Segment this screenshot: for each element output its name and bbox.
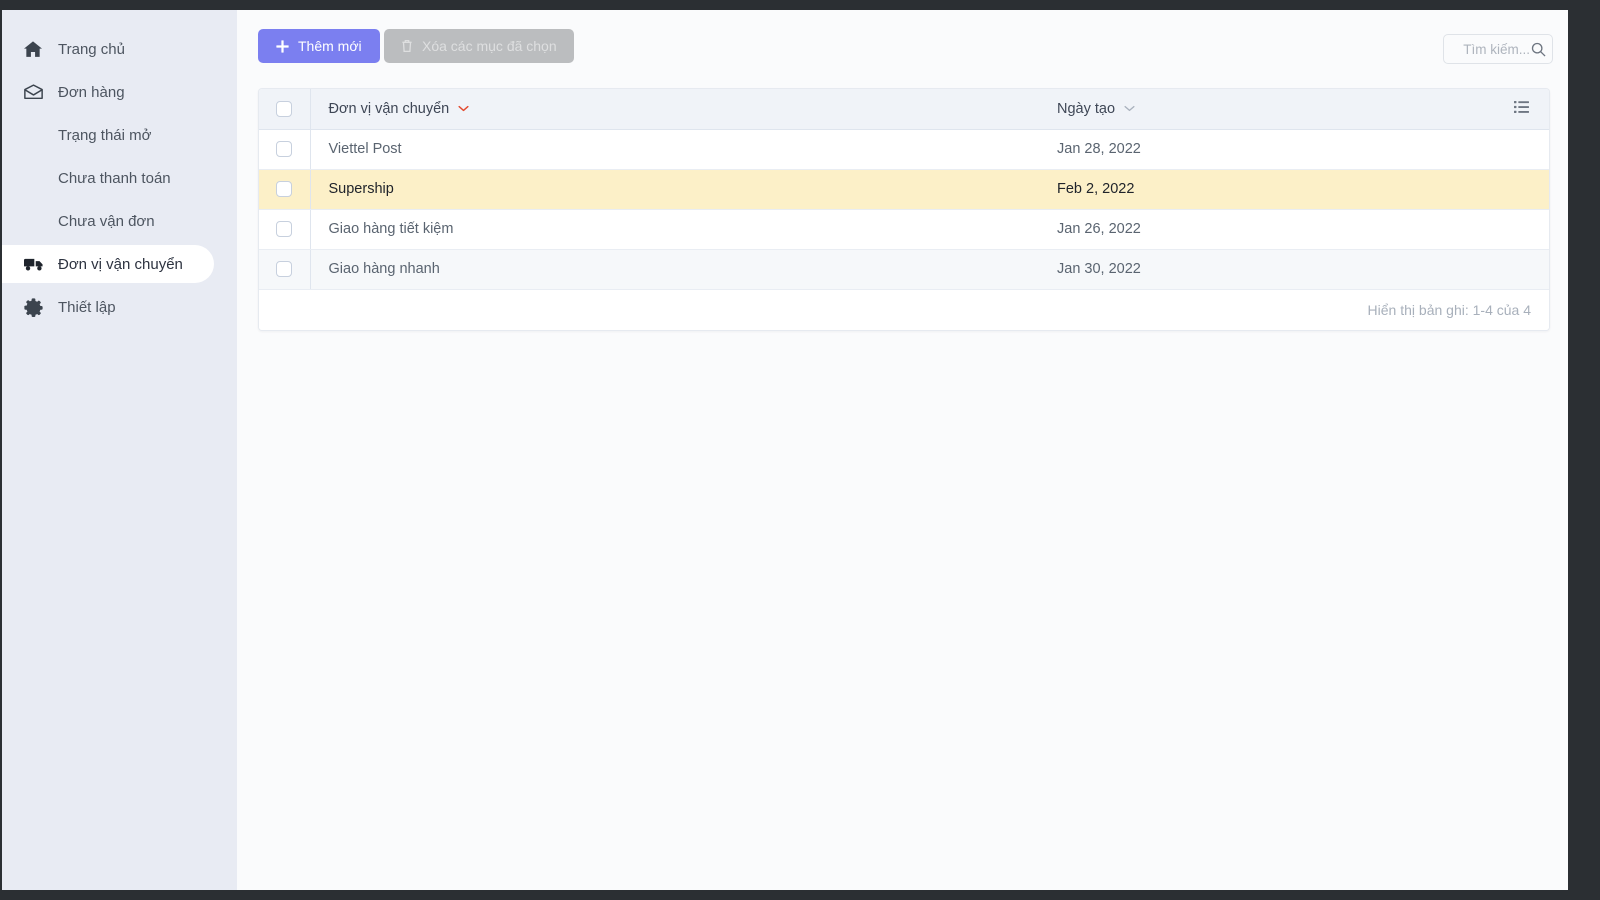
- row-select-cell: [259, 169, 311, 210]
- trash-icon: [401, 39, 413, 53]
- sidebar-item-don-hang[interactable]: Đơn hàng: [2, 73, 237, 111]
- table-body: Viettel Post Jan 28, 2022 Supership Feb …: [259, 129, 1549, 290]
- search-input[interactable]: [1452, 41, 1530, 57]
- row-name-cell: Viettel Post: [310, 129, 1035, 170]
- sidebar-item-don-vi-van-chuyen[interactable]: Đơn vị vận chuyển: [2, 245, 214, 283]
- row-select-cell: [259, 129, 311, 170]
- mail-icon: [24, 82, 46, 102]
- column-options-header-cell[interactable]: [1495, 89, 1549, 130]
- row-checkbox[interactable]: [276, 261, 293, 278]
- row-date-cell: Jan 30, 2022: [1035, 249, 1495, 290]
- sidebar-item-thiet-lap[interactable]: Thiết lập: [2, 288, 237, 326]
- chevron-down-icon[interactable]: [458, 105, 469, 112]
- table-row[interactable]: Viettel Post Jan 28, 2022: [259, 129, 1549, 170]
- table-row[interactable]: Giao hàng nhanh Jan 30, 2022: [259, 249, 1549, 290]
- row-checkbox[interactable]: [276, 221, 293, 238]
- delete-selected-button[interactable]: Xóa các mục đã chọn: [384, 29, 574, 63]
- truck-icon: [24, 254, 46, 274]
- record-count-label: Hiển thị bản ghi: 1-4 của 4: [1367, 301, 1531, 318]
- home-icon: [24, 39, 46, 59]
- shipping-units-table: Đơn vị vận chuyển Ngày tạo Viettel Post …: [259, 89, 1549, 290]
- sidebar-item-trang-thai-mo[interactable]: Trạng thái mở: [2, 116, 237, 154]
- list-icon[interactable]: [1513, 100, 1529, 114]
- sidebar-item-label: Chưa vận đơn: [58, 212, 155, 230]
- table-header-row: Đơn vị vận chuyển Ngày tạo: [259, 89, 1549, 130]
- row-checkbox[interactable]: [276, 141, 293, 158]
- row-options-cell: [1495, 249, 1549, 290]
- column-header-name-label: Đơn vị vận chuyển: [328, 100, 450, 117]
- search-box[interactable]: [1443, 34, 1553, 64]
- table-header: Đơn vị vận chuyển Ngày tạo: [259, 89, 1549, 130]
- row-name-cell: Giao hàng tiết kiệm: [310, 209, 1035, 250]
- sidebar-item-trang-chu[interactable]: Trang chủ: [2, 30, 237, 68]
- row-select-cell: [259, 209, 311, 250]
- row-date-cell: Jan 28, 2022: [1035, 129, 1495, 170]
- row-checkbox[interactable]: [276, 181, 293, 198]
- app-viewport: Trang chủ Đơn hàng Trạng thái mở Chưa th…: [1, 10, 1568, 890]
- row-name-cell: Supership: [310, 169, 1035, 210]
- column-header-date-label: Ngày tạo: [1057, 100, 1116, 117]
- gear-icon: [24, 297, 46, 317]
- sidebar-item-label: Đơn vị vận chuyển: [58, 255, 183, 273]
- select-all-header-cell: [259, 89, 311, 130]
- column-header-date[interactable]: Ngày tạo: [1035, 89, 1495, 130]
- table-row[interactable]: Supership Feb 2, 2022: [259, 169, 1549, 210]
- plus-icon: [276, 39, 289, 53]
- table-footer: Hiển thị bản ghi: 1-4 của 4: [259, 289, 1549, 330]
- sidebar-item-label: Trạng thái mở: [58, 126, 152, 144]
- row-options-cell: [1495, 209, 1549, 250]
- sidebar: Trang chủ Đơn hàng Trạng thái mở Chưa th…: [2, 10, 237, 890]
- table-row[interactable]: Giao hàng tiết kiệm Jan 26, 2022: [259, 209, 1549, 250]
- row-date-cell: Jan 26, 2022: [1035, 209, 1495, 250]
- sidebar-item-label: Thiết lập: [58, 298, 116, 316]
- search-icon[interactable]: [1531, 42, 1546, 57]
- row-select-cell: [259, 249, 311, 290]
- row-name-cell: Giao hàng nhanh: [310, 249, 1035, 290]
- delete-selected-label: Xóa các mục đã chọn: [422, 38, 557, 54]
- row-options-cell: [1495, 129, 1549, 170]
- add-new-label: Thêm mới: [298, 38, 362, 54]
- window-chrome-bar: [0, 0, 1600, 10]
- sidebar-item-chua-van-don[interactable]: Chưa vận đơn: [2, 202, 237, 240]
- main-content: Thêm mới Xóa các mục đã chọn Tìm kiếm...…: [237, 10, 1568, 890]
- sidebar-item-chua-thanh-toan[interactable]: Chưa thanh toán: [2, 159, 237, 197]
- toolbar: Thêm mới Xóa các mục đã chọn: [237, 18, 1568, 76]
- chevron-down-icon[interactable]: [1124, 105, 1135, 112]
- select-all-checkbox[interactable]: [276, 100, 293, 117]
- sidebar-item-label: Trang chủ: [58, 40, 125, 58]
- row-date-cell: Feb 2, 2022: [1035, 169, 1495, 210]
- column-header-name[interactable]: Đơn vị vận chuyển: [310, 89, 1035, 130]
- sidebar-item-label: Chưa thanh toán: [58, 169, 171, 187]
- add-new-button[interactable]: Thêm mới: [258, 29, 380, 63]
- sidebar-item-label: Đơn hàng: [58, 83, 125, 101]
- data-table-card: Đơn vị vận chuyển Ngày tạo Viettel Post …: [258, 88, 1550, 331]
- row-options-cell: [1495, 169, 1549, 210]
